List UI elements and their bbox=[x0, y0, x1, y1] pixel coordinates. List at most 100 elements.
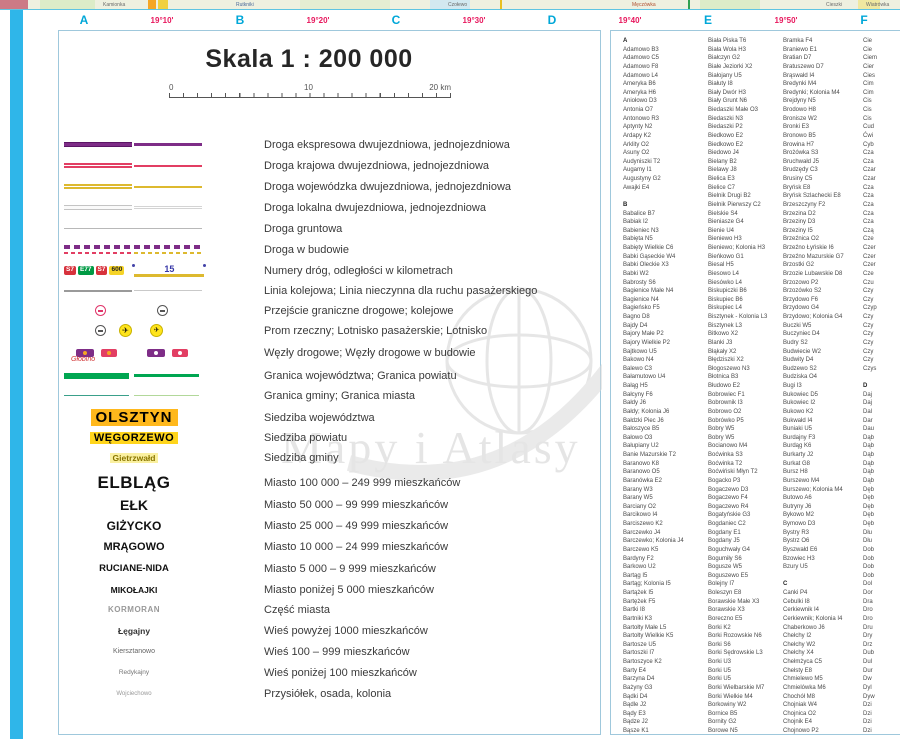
index-entry: Chełchy I2 bbox=[783, 632, 867, 641]
scale-tick-label: 10 bbox=[304, 83, 313, 92]
map-place-label: Wiatrówka bbox=[866, 2, 889, 8]
local-road-line-symbol bbox=[59, 197, 209, 218]
index-entry: Czar bbox=[863, 175, 900, 184]
index-entry: Białe Jeziorki X2 bbox=[708, 63, 792, 72]
index-entry: Ćwi bbox=[863, 132, 900, 141]
index-entry: Biedaszki Małe O3 bbox=[708, 106, 792, 115]
index-entry: Bobrowo O2 bbox=[708, 408, 792, 417]
index-entry: Baranowo O5 bbox=[623, 468, 707, 477]
grid-letter: B bbox=[218, 13, 262, 27]
index-entry: Cerkiewnik; Kolonia I4 bbox=[783, 615, 867, 624]
index-entry: Dur bbox=[863, 667, 900, 676]
index-entry: Cie bbox=[863, 46, 900, 55]
map-road-yellow bbox=[500, 0, 502, 10]
atlas-legend-page: Kamionka Rutkniki Czołewo Męczówka Ciesz… bbox=[0, 0, 900, 739]
national-road-line-symbol bbox=[59, 155, 209, 176]
index-entry: Bobry W5 bbox=[708, 434, 792, 443]
index-entry: Burszewo M4 bbox=[783, 477, 867, 486]
index-entry: Budry S2 bbox=[783, 339, 867, 348]
index-entry: Buczyniec D4 bbox=[783, 330, 867, 339]
index-entry: Bielskie S4 bbox=[708, 210, 792, 219]
index-section-header: D bbox=[863, 382, 900, 391]
index-entry: Bałowo O3 bbox=[623, 434, 707, 443]
index-entry: Dar bbox=[863, 417, 900, 426]
index-entry: Daj bbox=[863, 391, 900, 400]
legend-title: Skala 1 : 200 000 bbox=[59, 45, 559, 74]
river-ferry-icon bbox=[95, 325, 106, 336]
index-entry: Borki U5 bbox=[708, 667, 792, 676]
legend-row-dirt-road: Droga gruntowa bbox=[59, 218, 599, 239]
index-entry: Chojnowo P2 bbox=[783, 727, 867, 736]
index-entry: Czer bbox=[863, 253, 900, 262]
map-patch bbox=[148, 0, 156, 10]
district-example: KORMORAN bbox=[108, 605, 160, 614]
distance-marker: 15 bbox=[132, 263, 206, 279]
legend-row-village-under-100: Redykajny Wieś poniżej 100 mieszkańców bbox=[59, 662, 599, 683]
map-place-label: Męczówka bbox=[632, 2, 656, 8]
index-entry: Dąb bbox=[863, 460, 900, 469]
index-entry: Brzydowo F6 bbox=[783, 296, 867, 305]
index-entry: Budzewo S2 bbox=[783, 365, 867, 374]
local-route-badge: 600 bbox=[109, 266, 124, 275]
index-entry: Borki U5 bbox=[708, 675, 792, 684]
index-entry: Babięty Wielkie C6 bbox=[623, 244, 707, 253]
hamlet-example: Wojciechowo bbox=[116, 691, 151, 697]
city-example: MIKOŁAJKI bbox=[111, 585, 158, 595]
index-entry: Cim bbox=[863, 80, 900, 89]
index-entry: Bogacko P3 bbox=[708, 477, 792, 486]
index-entry: Brusiny C5 bbox=[783, 175, 867, 184]
grid-letter: F bbox=[842, 13, 886, 27]
index-entry: Dra bbox=[863, 598, 900, 607]
legend-row-commune-seat: Gietrzwałd Siedziba gminy bbox=[59, 447, 599, 468]
legend-row-road-numbers: S7 E77 S7 600 15 Numery dróg, odległości… bbox=[59, 260, 599, 281]
index-entry: Bukowo K2 bbox=[783, 408, 867, 417]
index-entry: Ciem bbox=[863, 54, 900, 63]
index-entry: Boćwiński Młyn T2 bbox=[708, 468, 792, 477]
index-entry: Dor bbox=[863, 589, 900, 598]
legend-row-road-under-construction: Droga w budowie bbox=[59, 238, 599, 261]
index-entry: Bakowo N4 bbox=[623, 356, 707, 365]
index-entry: Bukowiec D5 bbox=[783, 391, 867, 400]
index-entry: Dzi bbox=[863, 727, 900, 736]
dirt-road-line-symbol bbox=[59, 218, 209, 239]
index-entry: Barty E4 bbox=[623, 667, 707, 676]
index-entry: Dul bbox=[863, 658, 900, 667]
grid-letter: A bbox=[62, 13, 106, 27]
index-entry: Budwity D4 bbox=[783, 356, 867, 365]
index-entry: Borki U3 bbox=[708, 658, 792, 667]
legend-panel: Mapy i Atlasy Skala 1 : 200 000 0 10 20 … bbox=[58, 30, 601, 735]
index-entry: Bogaczewo D3 bbox=[708, 486, 792, 495]
legend-row-city-district: KORMORAN Część miasta bbox=[59, 599, 599, 620]
index-entry: Bogumiły S6 bbox=[708, 555, 792, 564]
index-entry: Dąb bbox=[863, 434, 900, 443]
expressway-line-symbol bbox=[59, 134, 209, 155]
grid-letter: C bbox=[374, 13, 418, 27]
index-entry: Bartołty Małe L5 bbox=[623, 624, 707, 633]
index-entry: Babki Gąseckie W4 bbox=[623, 253, 707, 262]
commune-border-symbol bbox=[59, 385, 209, 406]
legend-row-ferry-airport: ✈ ✈ Prom rzeczny; Lotnisko pasażerskie; … bbox=[59, 320, 599, 341]
index-entry: Bornity G2 bbox=[708, 718, 792, 727]
index-entry: Bardyny F2 bbox=[623, 555, 707, 564]
node-under-construction-icon bbox=[147, 349, 165, 357]
index-entry: Brzydowo G4 bbox=[783, 304, 867, 313]
index-entry: Bartołty Wielkie K5 bbox=[623, 632, 707, 641]
index-entry: Cier bbox=[863, 63, 900, 72]
index-entry: Brzydowo; Kolonia G4 bbox=[783, 313, 867, 322]
index-entry: Bogaczewo F4 bbox=[708, 494, 792, 503]
index-entry: Cis bbox=[863, 97, 900, 106]
border-crossing-symbols bbox=[59, 300, 209, 321]
index-entry: Bornice B5 bbox=[708, 710, 792, 719]
index-entry: Bzowiec H3 bbox=[783, 555, 867, 564]
index-entry: Czy bbox=[863, 339, 900, 348]
index-entry: Borowe N5 bbox=[708, 727, 792, 736]
index-entry: Cza bbox=[863, 184, 900, 193]
index-entry: Cim bbox=[863, 89, 900, 98]
index-entry: Czą bbox=[863, 227, 900, 236]
commune-seat-example: Gietrzwałd bbox=[110, 453, 159, 463]
index-entry: Bartężek F5 bbox=[623, 598, 707, 607]
legend-row-national-road: Droga krajowa dwujezdniowa, jednojezdnio… bbox=[59, 155, 599, 176]
index-entry: Babięta N5 bbox=[623, 235, 707, 244]
index-entry: Brzezina D2 bbox=[783, 210, 867, 219]
voivodeship-border-symbol bbox=[59, 365, 209, 386]
